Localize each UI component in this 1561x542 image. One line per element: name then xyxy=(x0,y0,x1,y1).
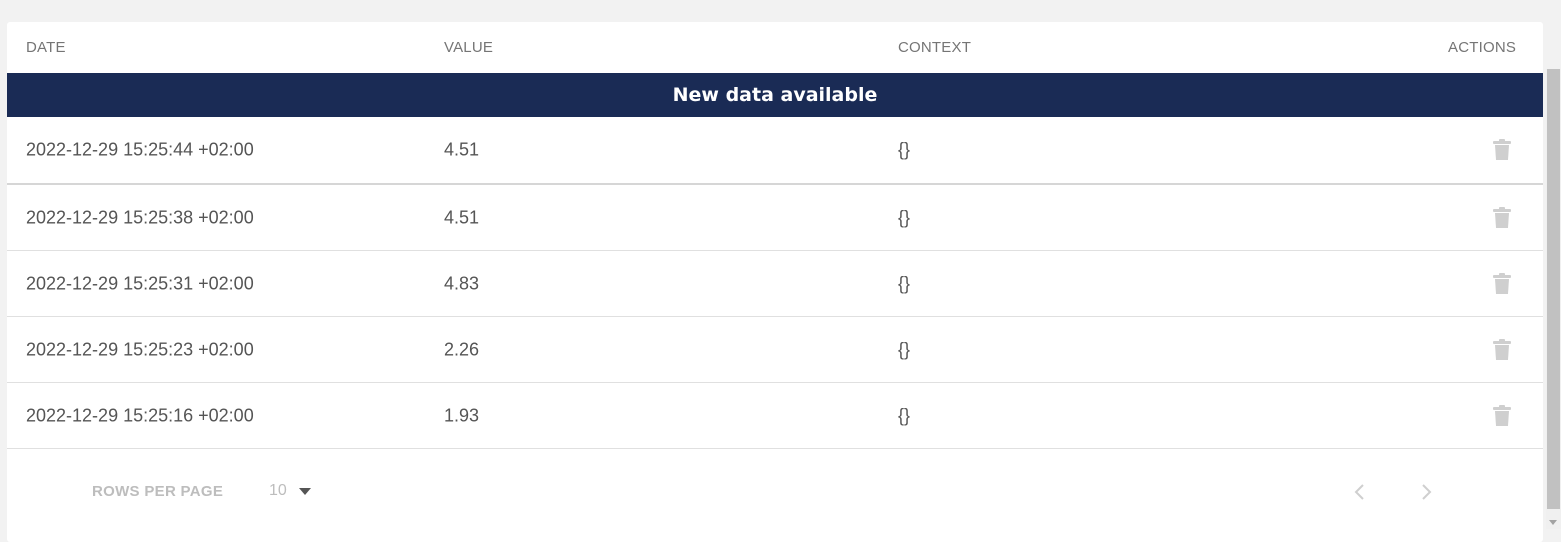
cell-context: {} xyxy=(898,339,911,359)
cell-value: 1.93 xyxy=(444,405,480,425)
table-row: 2022-12-29 15:25:23 +02:00 2.26 {} xyxy=(7,317,1543,383)
cell-date: 2022-12-29 15:25:44 +02:00 xyxy=(26,139,254,160)
rows-per-page-select[interactable]: 10 xyxy=(269,480,311,502)
cell-context: {} xyxy=(898,273,911,293)
trash-icon[interactable] xyxy=(1493,206,1511,229)
cell-context: {} xyxy=(898,139,911,160)
column-header-context[interactable]: CONTEXT xyxy=(898,39,971,56)
table-row: 2022-12-29 15:25:44 +02:00 4.51 {} xyxy=(7,117,1543,185)
vertical-scrollbar[interactable] xyxy=(1546,69,1561,529)
rows-per-page-label: ROWS PER PAGE xyxy=(92,483,224,500)
trash-icon[interactable] xyxy=(1493,139,1511,161)
table-row: 2022-12-29 15:25:16 +02:00 1.93 {} xyxy=(7,383,1543,449)
trash-icon[interactable] xyxy=(1493,272,1511,295)
cell-date: 2022-12-29 15:25:16 +02:00 xyxy=(26,405,254,425)
new-data-banner[interactable]: New data available xyxy=(7,73,1543,117)
chevron-left-icon[interactable] xyxy=(1348,480,1372,504)
column-header-date[interactable]: DATE xyxy=(26,39,66,56)
column-header-value[interactable]: VALUE xyxy=(444,39,493,56)
table-row: 2022-12-29 15:25:31 +02:00 4.83 {} xyxy=(7,251,1543,317)
scrollbar-thumb[interactable] xyxy=(1547,69,1560,509)
cell-date: 2022-12-29 15:25:23 +02:00 xyxy=(26,339,254,359)
trash-icon[interactable] xyxy=(1493,338,1511,361)
cell-value: 4.51 xyxy=(444,207,480,227)
table-body: 2022-12-29 15:25:44 +02:00 4.51 {} 2022-… xyxy=(7,117,1543,449)
table-header: DATE VALUE CONTEXT ACTIONS xyxy=(7,22,1543,74)
data-table-card: DATE VALUE CONTEXT ACTIONS New data avai… xyxy=(7,22,1543,542)
column-header-actions: ACTIONS xyxy=(1448,39,1517,56)
trash-icon[interactable] xyxy=(1493,404,1511,427)
chevron-right-icon[interactable] xyxy=(1414,480,1438,504)
cell-date: 2022-12-29 15:25:31 +02:00 xyxy=(26,273,254,293)
cell-value: 2.26 xyxy=(444,339,480,359)
rows-per-page-value: 10 xyxy=(269,482,287,499)
cell-date: 2022-12-29 15:25:38 +02:00 xyxy=(26,207,254,227)
table-row: 2022-12-29 15:25:38 +02:00 4.51 {} xyxy=(7,185,1543,251)
cell-value: 4.83 xyxy=(444,273,480,293)
cell-value: 4.51 xyxy=(444,139,480,160)
caret-down-icon xyxy=(298,487,311,495)
table-footer: ROWS PER PAGE 10 xyxy=(7,450,1543,530)
cell-context: {} xyxy=(898,207,911,227)
scroll-down-arrow-icon[interactable] xyxy=(1549,520,1557,525)
cell-context: {} xyxy=(898,405,911,425)
